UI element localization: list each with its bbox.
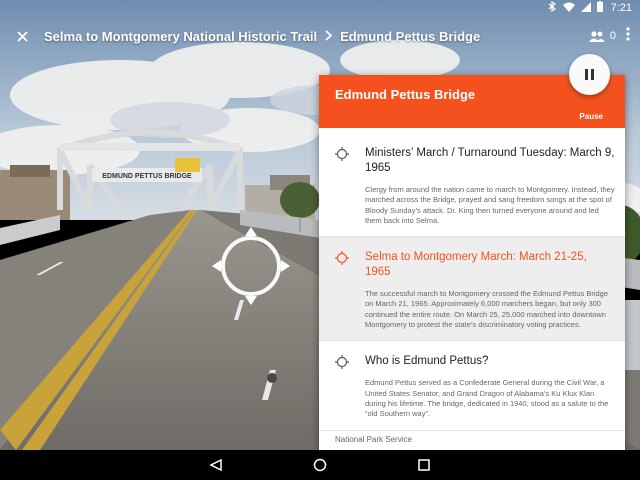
more-vert-icon xyxy=(626,27,630,41)
list-item-active[interactable]: Selma to Montgomery March: March 21-25, … xyxy=(319,237,625,342)
point-list: Ministers’ March / Turnaround Tuesday: M… xyxy=(319,133,625,431)
top-app-bar: Selma to Montgomery National Historic Tr… xyxy=(0,22,640,50)
item-title: Ministers’ March / Turnaround Tuesday: M… xyxy=(365,147,615,174)
battery-icon xyxy=(596,1,603,15)
clock: 7:21 xyxy=(610,2,632,14)
recents-icon xyxy=(418,459,430,471)
breadcrumb-trail[interactable]: Selma to Montgomery National Historic Tr… xyxy=(44,29,317,44)
back-button[interactable] xyxy=(206,455,226,475)
pause-button[interactable] xyxy=(569,54,610,95)
list-item[interactable]: Ministers’ March / Turnaround Tuesday: M… xyxy=(319,133,625,238)
item-description: Clergy from around the nation came to ma… xyxy=(365,185,615,225)
status-bar: 7:21 xyxy=(0,0,640,16)
item-title: Who is Edmund Pettus? xyxy=(365,355,489,368)
system-nav-bar xyxy=(0,450,640,480)
info-panel: Edmund Pettus Bridge Pause Ministers’ Ma… xyxy=(319,75,625,450)
wifi-icon xyxy=(562,2,575,15)
item-title: Selma to Montgomery March: March 21-25, … xyxy=(365,251,587,279)
item-description: The successful march to Montgomery cross… xyxy=(365,289,609,330)
navigation-compass-control[interactable] xyxy=(212,227,290,305)
location-marker-icon xyxy=(335,251,349,266)
bridge-sign-text: EDMUND PETTUS BRIDGE xyxy=(102,173,192,180)
home-button[interactable] xyxy=(310,455,330,475)
people-icon xyxy=(588,30,605,42)
viewer-count: 0 xyxy=(609,30,616,42)
breadcrumb-current: Edmund Pettus Bridge xyxy=(340,28,481,44)
location-marker-icon xyxy=(335,147,349,161)
location-marker-icon xyxy=(335,355,349,370)
pause-icon xyxy=(585,69,594,80)
close-icon xyxy=(16,30,28,42)
item-description: Edmund Pettus served as a Confederate Ge… xyxy=(365,378,609,419)
attribution-text: National Park Service xyxy=(335,435,412,444)
list-item[interactable]: Who is Edmund Pettus? Edmund Pettus serv… xyxy=(319,341,625,431)
home-icon xyxy=(313,458,327,472)
signal-icon xyxy=(580,1,591,15)
close-button[interactable] xyxy=(0,22,44,50)
panel-title: Edmund Pettus Bridge xyxy=(335,87,476,102)
back-icon xyxy=(210,459,222,471)
more-options-button[interactable] xyxy=(626,27,630,45)
viewers-button[interactable]: 0 xyxy=(588,30,616,42)
bluetooth-icon xyxy=(548,0,557,15)
pause-label[interactable]: Pause xyxy=(579,112,603,121)
recents-button[interactable] xyxy=(414,455,434,475)
compass-icon xyxy=(212,227,290,305)
chevron-right-icon xyxy=(325,28,333,44)
